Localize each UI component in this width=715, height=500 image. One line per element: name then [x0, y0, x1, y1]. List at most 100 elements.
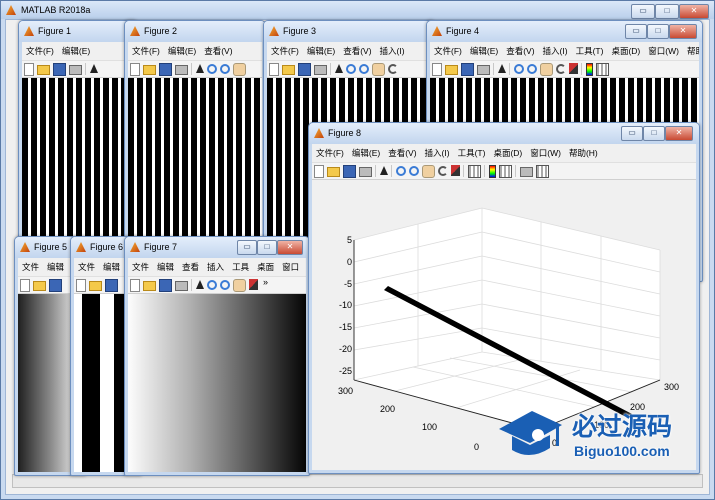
menu-insert[interactable]: 插入 — [203, 258, 228, 276]
menu-window[interactable]: 窗口 — [278, 258, 303, 276]
zoom-in-icon[interactable] — [207, 64, 217, 74]
hide-plot-tools-icon[interactable] — [520, 167, 533, 177]
zoom-out-icon[interactable] — [527, 64, 537, 74]
menu-insert[interactable]: 插入(I) — [376, 42, 409, 60]
open-file-icon[interactable] — [445, 65, 458, 75]
brush-icon[interactable] — [451, 165, 460, 176]
menu-insert[interactable]: 插入(I) — [539, 42, 572, 60]
print-icon[interactable] — [359, 167, 372, 177]
menu-desktop[interactable]: 桌面 — [253, 258, 278, 276]
save-icon[interactable] — [461, 63, 474, 76]
menu-edit[interactable]: 编辑 — [43, 258, 68, 276]
legend-icon[interactable] — [499, 165, 512, 178]
print-icon[interactable] — [69, 65, 82, 75]
new-figure-icon[interactable] — [20, 279, 30, 292]
figure-8-minimize-button[interactable]: ▭ — [621, 126, 643, 141]
menu-file[interactable]: 文件 — [18, 258, 43, 276]
figure-7-window[interactable]: Figure 7 ▭ □ ✕ 文件编辑查看插入工具桌面窗口帮助 » — [124, 236, 310, 476]
menu-edit[interactable]: 编辑(E) — [466, 42, 502, 60]
figure-8-title-bar[interactable]: Figure 8 ▭ □ ✕ — [309, 123, 699, 144]
brush-icon[interactable] — [569, 63, 578, 74]
pan-hand-icon[interactable] — [540, 63, 553, 76]
pan-hand-icon[interactable] — [233, 63, 246, 76]
menu-desktop[interactable]: 桌面(D) — [489, 144, 526, 162]
figure-4-minimize-button[interactable]: ▭ — [625, 24, 647, 39]
figure-8-maximize-button[interactable]: □ — [643, 126, 665, 141]
menu-view[interactable]: 查看 — [178, 258, 203, 276]
pan-hand-icon[interactable] — [422, 165, 435, 178]
menu-file[interactable]: 文件(F) — [267, 42, 303, 60]
menu-view[interactable]: 查看(V) — [502, 42, 538, 60]
menu-view[interactable]: 查看(V) — [384, 144, 420, 162]
main-close-button[interactable]: ✕ — [679, 4, 709, 19]
new-figure-icon[interactable] — [76, 279, 86, 292]
open-file-icon[interactable] — [143, 65, 156, 75]
zoom-in-icon[interactable] — [346, 64, 356, 74]
menu-edit[interactable]: 编辑(E) — [303, 42, 339, 60]
menu-file[interactable]: 文件 — [128, 258, 153, 276]
save-icon[interactable] — [298, 63, 311, 76]
figure-1-title-bar[interactable]: Figure 1 — [19, 21, 137, 42]
open-file-icon[interactable] — [89, 281, 102, 291]
rotate-3d-icon[interactable] — [388, 64, 398, 74]
figure-7-title-bar[interactable]: Figure 7 ▭ □ ✕ — [125, 237, 309, 258]
select-arrow-icon[interactable] — [196, 64, 204, 73]
open-file-icon[interactable] — [37, 65, 50, 75]
menu-insert[interactable]: 插入(I) — [421, 144, 454, 162]
menu-help[interactable]: 帮助(H) — [565, 144, 602, 162]
main-horizontal-scrollbar[interactable] — [12, 474, 703, 488]
print-icon[interactable] — [175, 65, 188, 75]
new-figure-icon[interactable] — [130, 279, 140, 292]
toolbar-overflow-icon[interactable]: » — [263, 277, 268, 287]
select-arrow-icon[interactable] — [380, 166, 388, 175]
menu-help[interactable]: 帮助(H) — [683, 42, 699, 60]
rotate-3d-icon[interactable] — [556, 64, 566, 74]
select-arrow-icon[interactable] — [196, 280, 204, 289]
save-icon[interactable] — [53, 63, 66, 76]
menu-edit[interactable]: 编辑(E) — [58, 42, 94, 60]
new-figure-icon[interactable] — [432, 63, 442, 76]
menu-window[interactable]: 窗口(W) — [526, 144, 565, 162]
colorbar-icon[interactable] — [489, 165, 496, 178]
open-file-icon[interactable] — [143, 281, 156, 291]
pan-hand-icon[interactable] — [372, 63, 385, 76]
save-icon[interactable] — [159, 63, 172, 76]
print-icon[interactable] — [314, 65, 327, 75]
menu-edit[interactable]: 编辑 — [153, 258, 178, 276]
menu-file[interactable]: 文件 — [74, 258, 99, 276]
menu-edit[interactable]: 编辑(E) — [348, 144, 384, 162]
figure-7-close-button[interactable]: ✕ — [277, 240, 303, 255]
menu-view[interactable]: 查看(V) — [200, 42, 236, 60]
figure-2-title-bar[interactable]: Figure 2 — [125, 21, 265, 42]
figure-4-title-bar[interactable]: Figure 4 ▭ □ ✕ — [427, 21, 702, 42]
figure-7-plot[interactable] — [128, 294, 306, 472]
open-file-icon[interactable] — [327, 167, 340, 177]
menu-file[interactable]: 文件(F) — [312, 144, 348, 162]
zoom-in-icon[interactable] — [514, 64, 524, 74]
select-arrow-icon[interactable] — [335, 64, 343, 73]
save-icon[interactable] — [159, 279, 172, 292]
save-icon[interactable] — [343, 165, 356, 178]
zoom-in-icon[interactable] — [207, 280, 217, 290]
figure-3-title-bar[interactable]: Figure 3 — [264, 21, 434, 42]
zoom-out-icon[interactable] — [220, 280, 230, 290]
brush-icon[interactable] — [249, 279, 258, 290]
colorbar-icon[interactable] — [586, 63, 593, 76]
zoom-in-icon[interactable] — [396, 166, 406, 176]
figure-7-minimize-button[interactable]: ▭ — [237, 240, 257, 255]
menu-file[interactable]: 文件(F) — [22, 42, 58, 60]
menu-desktop[interactable]: 桌面(D) — [607, 42, 644, 60]
menu-help[interactable]: 帮助 — [303, 258, 306, 276]
open-file-icon[interactable] — [282, 65, 295, 75]
figure-4-maximize-button[interactable]: □ — [647, 24, 669, 39]
menu-file[interactable]: 文件(F) — [430, 42, 466, 60]
link-plot-icon[interactable] — [468, 165, 481, 178]
menu-view[interactable]: 查看(V) — [339, 42, 375, 60]
print-icon[interactable] — [477, 65, 490, 75]
select-arrow-icon[interactable] — [90, 64, 98, 73]
open-file-icon[interactable] — [33, 281, 46, 291]
show-plot-tools-icon[interactable] — [536, 165, 549, 178]
menu-edit[interactable]: 编辑(E) — [164, 42, 200, 60]
main-maximize-button[interactable]: □ — [655, 4, 679, 19]
zoom-out-icon[interactable] — [220, 64, 230, 74]
